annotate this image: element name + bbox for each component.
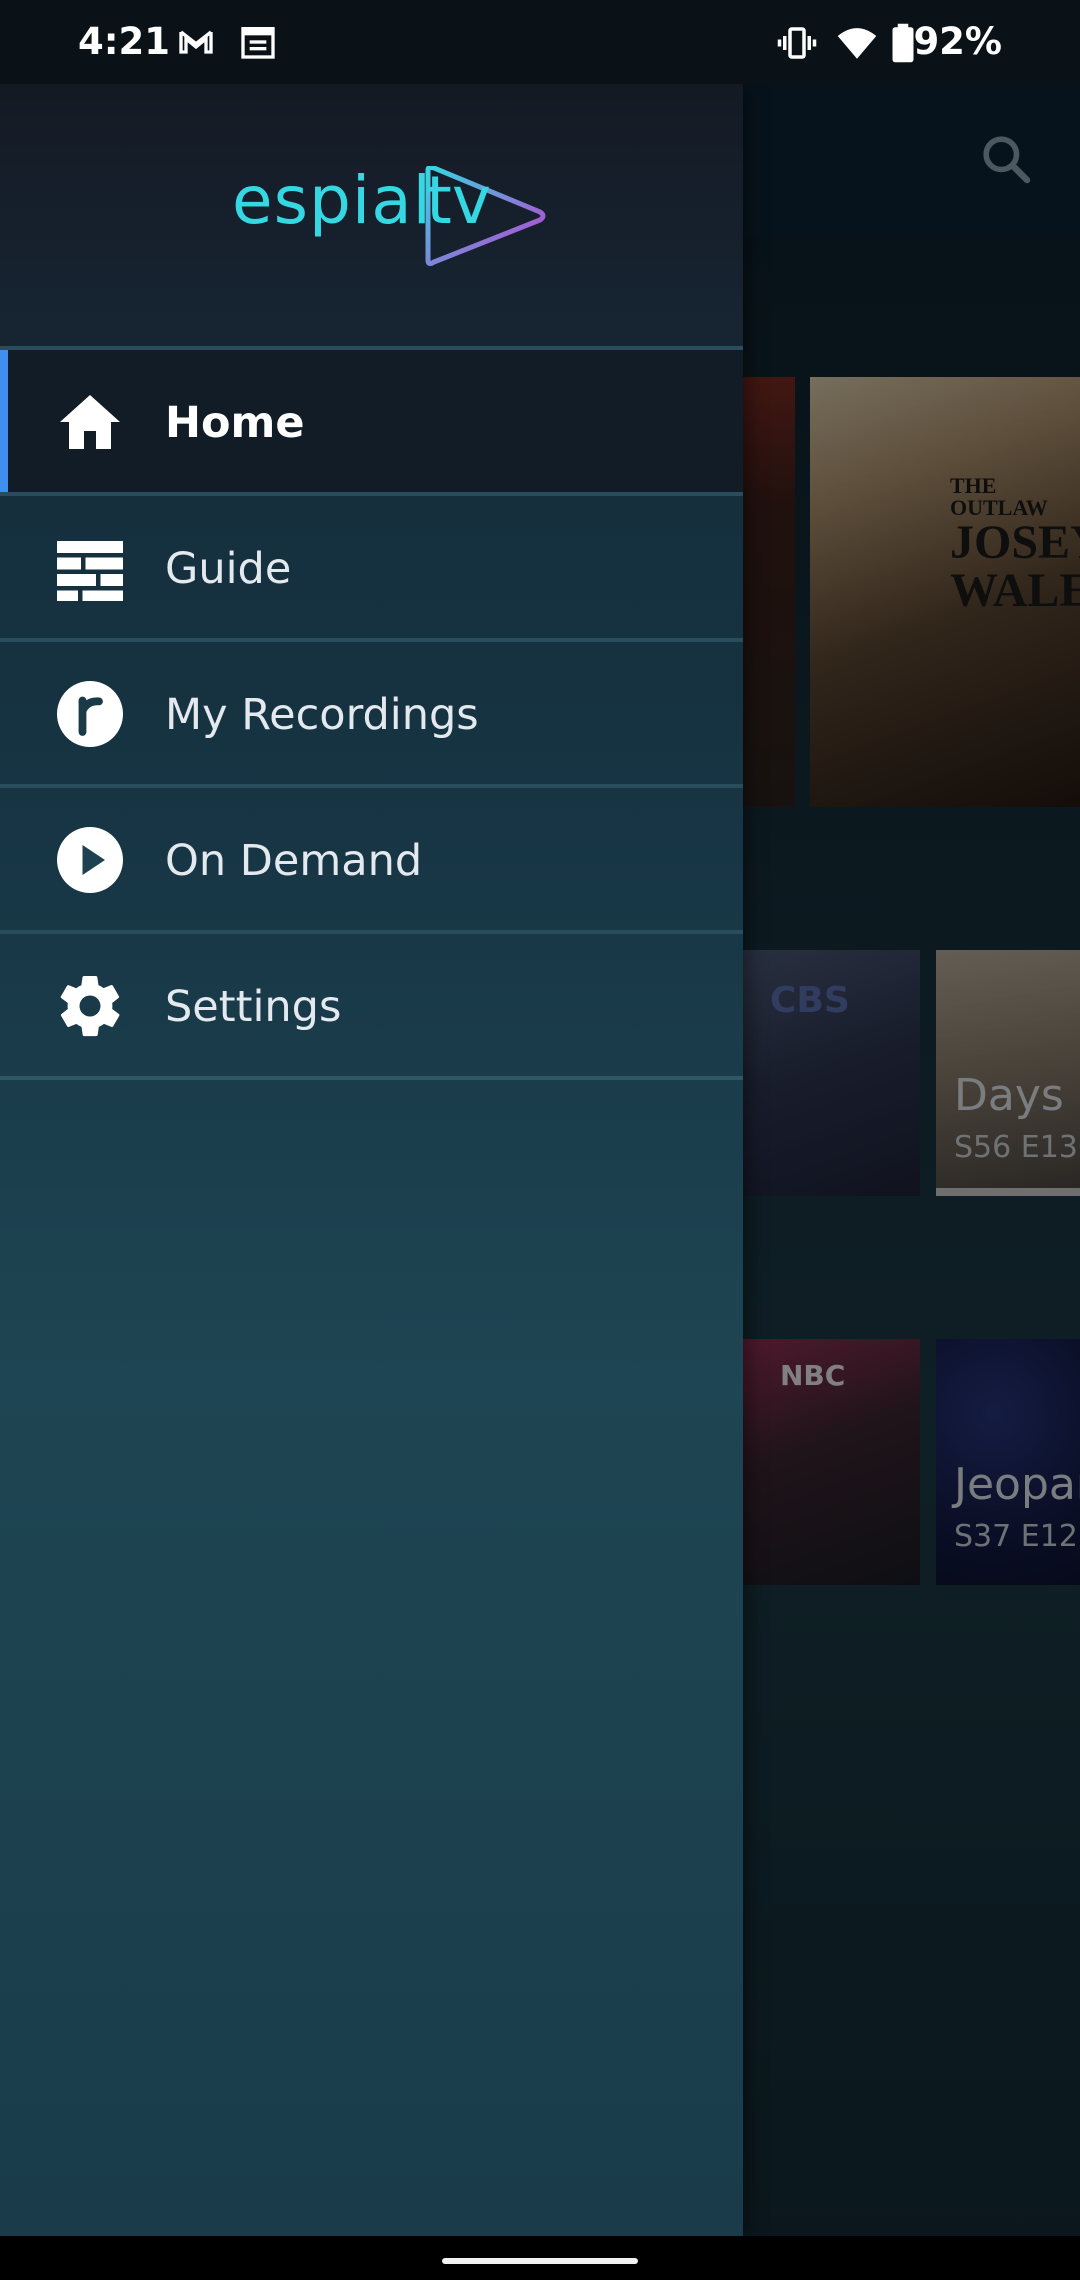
drawer-header: espial tv (0, 84, 743, 346)
status-bar: 4:21 92% (0, 0, 1080, 84)
play-icon (54, 824, 126, 896)
drawer-menu: Home Guide My Recordings On Demand Setti… (0, 346, 743, 1080)
navigation-drawer: espial tv Home Guide My Recordings On De… (0, 84, 743, 2236)
menu-item-label: Settings (165, 982, 342, 1032)
system-navigation-bar (0, 2236, 1080, 2280)
calendar-icon (238, 22, 278, 66)
menu-item-guide[interactable]: Guide (0, 492, 743, 638)
guide-icon (54, 532, 126, 604)
home-icon (54, 386, 126, 458)
menu-item-label: Home (165, 398, 305, 448)
gesture-handle[interactable] (442, 2258, 638, 2264)
gear-icon (54, 970, 126, 1042)
menu-item-label: My Recordings (165, 690, 479, 740)
vibrate-icon (776, 22, 818, 68)
menu-item-settings[interactable]: Settings (0, 930, 743, 1080)
battery-percent: 92% (913, 20, 1002, 63)
menu-item-home[interactable]: Home (0, 346, 743, 492)
status-time: 4:21 (78, 20, 171, 63)
menu-item-label: On Demand (165, 836, 423, 886)
menu-item-on-demand[interactable]: On Demand (0, 784, 743, 930)
wifi-icon (836, 22, 878, 68)
menu-item-my-recordings[interactable]: My Recordings (0, 638, 743, 784)
gmail-icon (176, 22, 216, 66)
menu-item-label: Guide (165, 544, 292, 594)
recordings-icon (54, 678, 126, 750)
